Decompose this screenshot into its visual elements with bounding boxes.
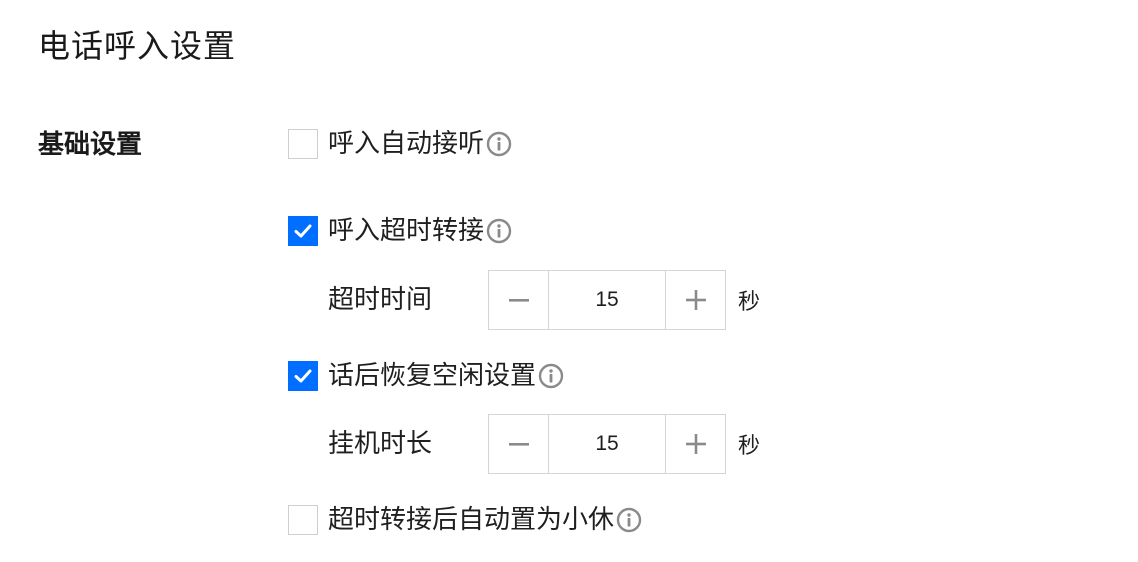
hangup-unit: 秒	[738, 434, 761, 459]
info-circle-icon[interactable]	[486, 218, 512, 244]
timeout-time-label: 超时时间	[328, 285, 433, 315]
auto-answer-checkbox[interactable]	[288, 129, 318, 159]
hangup-duration-stepper[interactable]: 15	[488, 414, 726, 474]
timeout-value-input[interactable]: 15	[549, 271, 665, 329]
option-idle-after-call[interactable]: 话后恢复空闲设置	[288, 356, 564, 396]
info-circle-icon[interactable]	[616, 507, 642, 533]
hangup-duration-row: 挂机时长 15 秒	[328, 414, 760, 474]
auto-break-label: 超时转接后自动置为小休	[328, 505, 615, 535]
auto-answer-label: 呼入自动接听	[328, 129, 485, 159]
info-circle-icon[interactable]	[538, 363, 564, 389]
hangup-increment-button[interactable]	[665, 415, 725, 473]
check-icon	[294, 224, 312, 238]
timeout-unit: 秒	[738, 290, 761, 315]
idle-after-call-label: 话后恢复空闲设置	[328, 361, 537, 391]
timeout-transfer-checkbox[interactable]	[288, 216, 318, 246]
plus-icon	[685, 290, 706, 310]
option-timeout-transfer[interactable]: 呼入超时转接	[288, 211, 512, 251]
auto-break-checkbox[interactable]	[288, 505, 318, 535]
info-circle-icon[interactable]	[486, 131, 512, 157]
check-icon	[294, 369, 312, 383]
timeout-increment-button[interactable]	[665, 271, 725, 329]
timeout-time-stepper[interactable]: 15	[488, 270, 726, 330]
hangup-value-input[interactable]: 15	[549, 415, 665, 473]
option-auto-answer[interactable]: 呼入自动接听	[288, 124, 512, 164]
page-title: 电话呼入设置	[38, 27, 237, 65]
option-auto-break[interactable]: 超时转接后自动置为小休	[288, 500, 642, 540]
timeout-transfer-label: 呼入超时转接	[328, 216, 485, 246]
hangup-duration-label: 挂机时长	[328, 429, 433, 459]
minus-icon	[508, 299, 529, 302]
minus-icon	[508, 443, 529, 446]
plus-icon	[685, 434, 706, 454]
timeout-time-row: 超时时间 15 秒	[328, 270, 760, 330]
section-label-basic: 基础设置	[38, 130, 143, 160]
timeout-decrement-button[interactable]	[489, 271, 549, 329]
idle-after-call-checkbox[interactable]	[288, 361, 318, 391]
hangup-decrement-button[interactable]	[489, 415, 549, 473]
